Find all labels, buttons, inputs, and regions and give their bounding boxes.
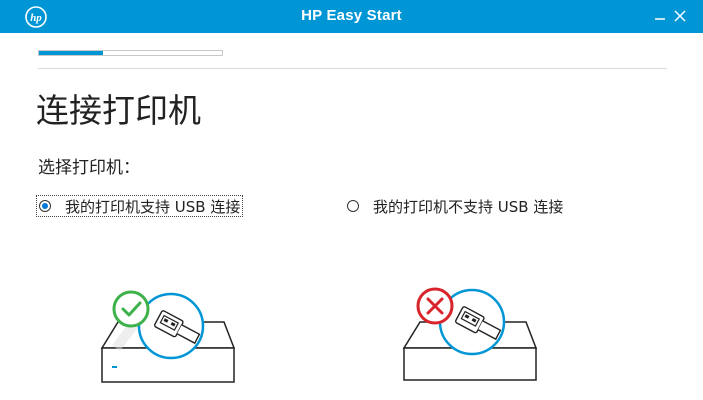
printer-usb-supported-illustration	[100, 290, 236, 383]
divider	[38, 68, 667, 69]
radio-button[interactable]	[347, 200, 359, 212]
check-circle-icon	[112, 290, 150, 328]
radio-usb-unsupported[interactable]: 我的打印机不支持 USB 连接	[345, 195, 565, 217]
minimize-icon[interactable]	[651, 7, 669, 25]
page-title: 连接打印机	[36, 91, 201, 130]
window-title: HP Easy Start	[301, 7, 402, 24]
radio-usb-supported[interactable]: 我的打印机支持 USB 连接	[36, 195, 244, 217]
printer-usb-unsupported-illustration	[402, 287, 538, 381]
radio-label-usb-unsupported: 我的打印机不支持 USB 连接	[373, 197, 564, 216]
select-printer-prompt: 选择打印机：	[38, 158, 140, 178]
radio-button[interactable]	[39, 200, 51, 212]
close-icon[interactable]	[671, 7, 689, 25]
progress-bar	[38, 50, 223, 56]
title-bar: hp HP Easy Start	[0, 0, 703, 33]
x-circle-icon	[416, 287, 454, 325]
progress-fill	[39, 51, 104, 55]
radio-label-usb-supported: 我的打印机支持 USB 连接	[65, 197, 241, 216]
